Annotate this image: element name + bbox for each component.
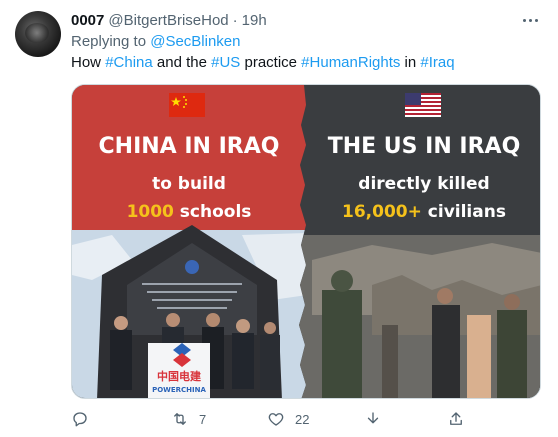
download-button[interactable] [364, 407, 382, 431]
like-button[interactable]: 22 [267, 407, 309, 431]
reply-icon [73, 412, 87, 427]
like-count: 22 [295, 411, 310, 427]
text-segment: in [400, 54, 421, 71]
tweet-image[interactable]: 中国电建 POWERCHINA CHINA IN IRAQ to build 1… [71, 84, 541, 399]
download-icon [367, 412, 379, 424]
right-rest: civilians [422, 202, 506, 222]
left-title: CHINA IN IRAQ [99, 134, 280, 159]
right-line1: directly killed [358, 174, 489, 194]
separator-dot: · [232, 11, 238, 29]
text-segment: and the [152, 54, 212, 71]
podium-brand-en: POWERCHINA [152, 386, 206, 394]
replying-to-link[interactable]: @SecBlinken [150, 33, 240, 50]
hashtag-humanrights[interactable]: #HumanRights [301, 54, 400, 71]
comparison-graphic: 中国电建 POWERCHINA CHINA IN IRAQ to build 1… [72, 85, 540, 398]
right-title: THE US IN IRAQ [328, 134, 521, 159]
retweet-button[interactable]: 7 [171, 407, 206, 431]
retweet-icon [174, 413, 186, 425]
podium-brand-cn: 中国电建 [157, 369, 202, 383]
text-segment: practice [240, 54, 302, 71]
right-highlight-line: 16,000+ civilians [342, 202, 506, 222]
reply-button[interactable] [71, 407, 89, 431]
more-options-icon[interactable] [518, 10, 542, 30]
china-flag-icon [169, 93, 205, 117]
tweet[interactable]: 0007 @BitgertBriseHod · 19h Replying to … [0, 0, 558, 437]
action-bar: 7 22 [71, 407, 541, 431]
left-rest: schools [174, 202, 252, 222]
share-button[interactable] [447, 407, 465, 431]
left-number: 1000 [127, 202, 174, 222]
text-segment: How [71, 54, 106, 71]
avatar[interactable] [15, 11, 61, 57]
us-flag-icon [405, 93, 441, 117]
tweet-text: How #China and the #US practice #HumanRi… [71, 54, 455, 71]
display-name[interactable]: 0007 [71, 12, 104, 29]
share-icon [450, 412, 462, 425]
replying-to: Replying to @SecBlinken [71, 33, 241, 50]
heart-icon [268, 413, 284, 426]
left-highlight-line: 1000 schools [127, 202, 252, 222]
hashtag-us[interactable]: #US [211, 54, 240, 71]
replying-prefix: Replying to [71, 33, 151, 50]
timestamp[interactable]: 19h [242, 12, 267, 29]
retweet-count: 7 [199, 411, 207, 427]
hashtag-iraq[interactable]: #Iraq [420, 54, 454, 71]
hashtag-china[interactable]: #China [105, 54, 153, 71]
left-line1: to build [152, 174, 226, 194]
tweet-header: 0007 @BitgertBriseHod · 19h [71, 10, 267, 30]
user-handle[interactable]: @BitgertBriseHod [108, 12, 228, 29]
right-number: 16,000+ [342, 202, 422, 222]
